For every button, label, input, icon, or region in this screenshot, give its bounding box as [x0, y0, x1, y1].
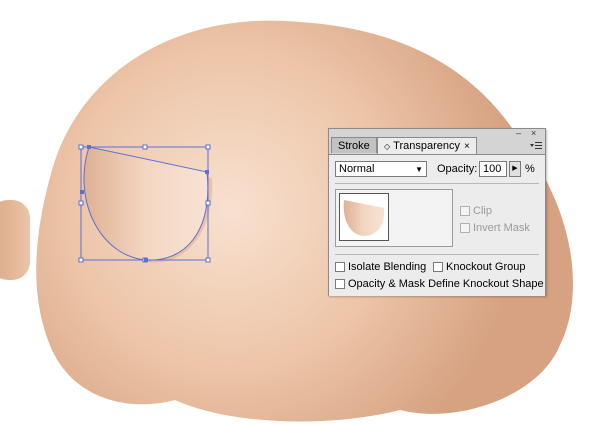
- stepper-arrow-icon[interactable]: ▶: [509, 161, 521, 177]
- divider: [335, 183, 539, 184]
- handle-bottom-left[interactable]: [78, 257, 84, 263]
- tab-stroke[interactable]: Stroke: [331, 137, 377, 153]
- divider: [335, 254, 539, 255]
- ear-shape: [0, 200, 30, 280]
- opacity-mask-knockout-label: Opacity & Mask Define Knockout Shape: [348, 278, 544, 290]
- isolate-blending-label: Isolate Blending: [348, 261, 427, 273]
- object-thumbnail[interactable]: [339, 193, 389, 241]
- tab-stroke-label: Stroke: [338, 140, 370, 152]
- invert-mask-option[interactable]: Invert Mask: [460, 222, 530, 234]
- opacity-mask-knockout-option[interactable]: Opacity & Mask Define Knockout Shape: [335, 278, 544, 290]
- blend-mode-value: Normal: [339, 163, 375, 175]
- opacity-label: Opacity:: [437, 163, 478, 175]
- clip-checkbox[interactable]: [460, 206, 470, 216]
- thumbnail-area: [335, 189, 453, 247]
- anchor-point[interactable]: [87, 145, 91, 149]
- handle-middle-left[interactable]: [78, 200, 84, 206]
- tab-collapse-icon[interactable]: ◇: [384, 142, 390, 151]
- anchor-point[interactable]: [205, 170, 209, 174]
- transparency-panel: – × Stroke ◇ Transparency × Normal ▼ Opaci…: [328, 128, 546, 296]
- handle-top-center[interactable]: [142, 144, 148, 150]
- panel-body: Normal ▼ Opacity: 100 ▶ % Clip Invert Ma…: [329, 154, 545, 296]
- close-icon[interactable]: ×: [531, 129, 536, 138]
- clip-option[interactable]: Clip: [460, 205, 492, 217]
- panel-menu-icon[interactable]: [530, 141, 542, 151]
- chevron-down-icon[interactable]: ▼: [415, 163, 423, 177]
- isolate-blending-option[interactable]: Isolate Blending: [335, 261, 426, 273]
- clip-label: Clip: [473, 205, 492, 217]
- isolate-blending-checkbox[interactable]: [335, 262, 345, 272]
- opacity-percent: %: [525, 163, 535, 175]
- handle-middle-right[interactable]: [205, 200, 211, 206]
- tab-transparency-label: Transparency: [393, 140, 460, 152]
- anchor-point[interactable]: [144, 258, 148, 262]
- invert-mask-checkbox[interactable]: [460, 223, 470, 233]
- opacity-mask-knockout-checkbox[interactable]: [335, 279, 345, 289]
- blend-mode-select[interactable]: Normal ▼: [335, 161, 427, 177]
- opacity-value: 100: [483, 163, 502, 175]
- tab-transparency[interactable]: ◇ Transparency ×: [377, 137, 477, 154]
- thumbnail-image: [343, 200, 385, 236]
- panel-titlebar[interactable]: – ×: [329, 129, 545, 138]
- minimize-icon[interactable]: –: [516, 129, 521, 138]
- knockout-group-option[interactable]: Knockout Group: [433, 261, 526, 273]
- anchor-point[interactable]: [80, 190, 84, 194]
- knockout-group-label: Knockout Group: [446, 261, 526, 273]
- tab-close-icon[interactable]: ×: [464, 141, 470, 152]
- handle-bottom-right[interactable]: [205, 257, 211, 263]
- handle-top-left[interactable]: [78, 144, 84, 150]
- opacity-input[interactable]: 100: [479, 161, 507, 177]
- knockout-group-checkbox[interactable]: [433, 262, 443, 272]
- handle-top-right[interactable]: [205, 144, 211, 150]
- invert-mask-label: Invert Mask: [473, 222, 530, 234]
